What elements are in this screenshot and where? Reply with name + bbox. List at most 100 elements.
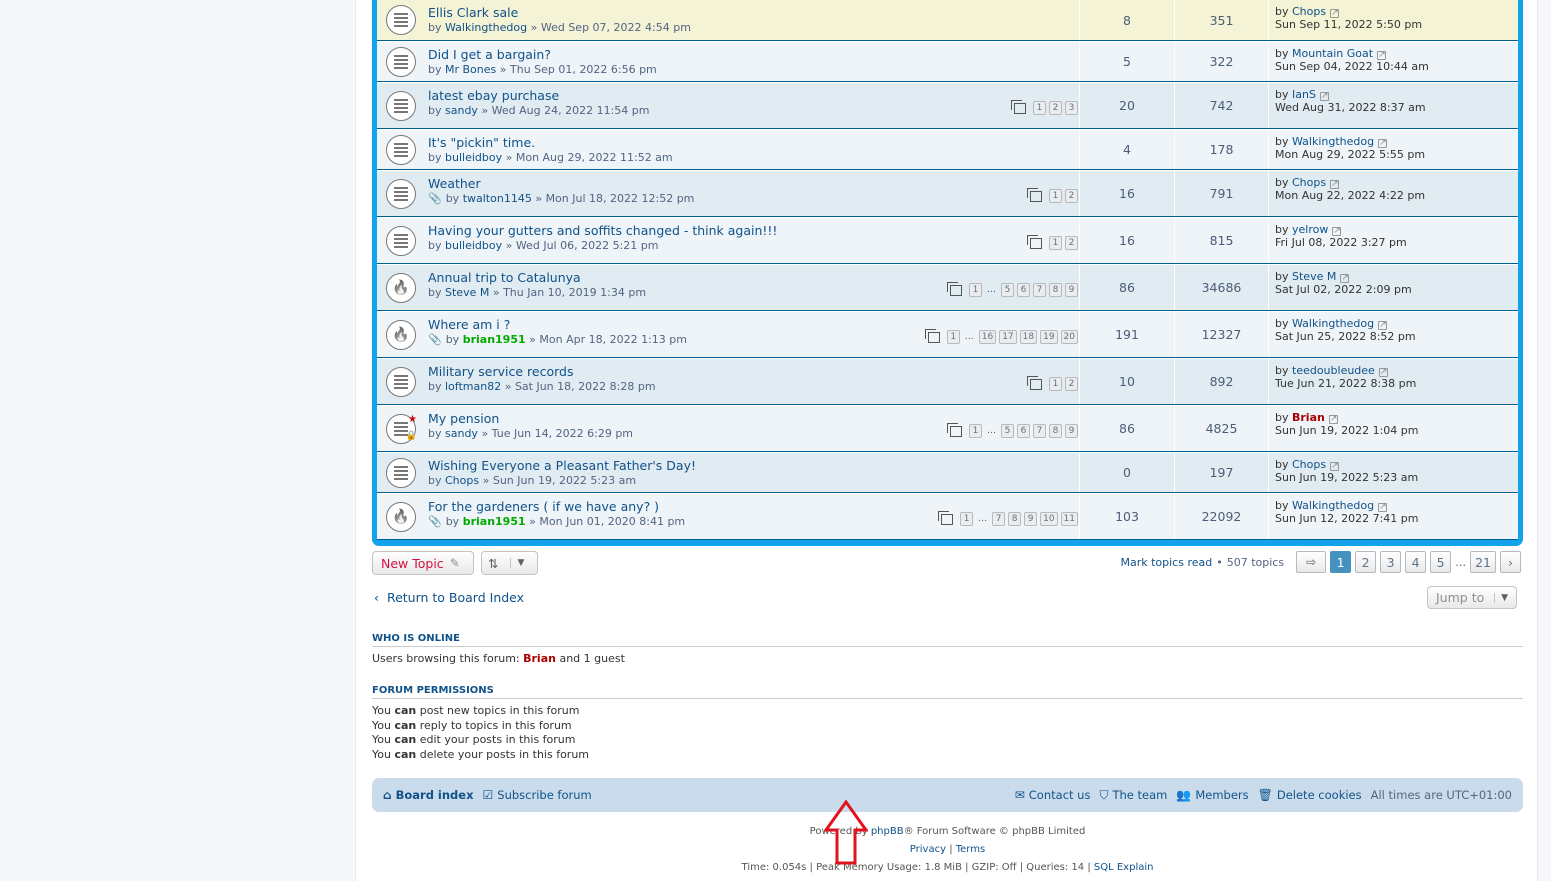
goto-last-post-icon[interactable]: ↗ (1340, 274, 1350, 283)
topic-title-link[interactable]: Did I get a bargain? (428, 47, 1078, 63)
last-poster-link[interactable]: teedoubleudee (1292, 364, 1375, 377)
topic-author-link[interactable]: brian1951 (463, 515, 526, 528)
last-poster-link[interactable]: Chops (1292, 5, 1326, 18)
topic-page-link[interactable]: 1 (969, 283, 982, 297)
topic-page-link[interactable]: 3 (1065, 101, 1078, 115)
last-poster-link[interactable]: Chops (1292, 458, 1326, 471)
topic-title-link[interactable]: Weather (428, 176, 1078, 192)
topic-page-link[interactable]: 1 (1049, 236, 1062, 250)
goto-last-post-icon[interactable]: ↗ (1378, 368, 1388, 377)
topic-page-link[interactable]: 7 (992, 512, 1006, 526)
topic-author-link[interactable]: loftman82 (445, 380, 501, 393)
topic-author-link[interactable]: Mr Bones (445, 63, 496, 76)
goto-last-post-icon[interactable]: ↗ (1328, 415, 1338, 424)
goto-last-post-icon[interactable]: ↗ (1377, 51, 1387, 60)
topic-author-link[interactable]: Walkingthedog (445, 21, 527, 34)
topic-page-link[interactable]: 7 (1033, 283, 1046, 297)
jump-to-dropdown[interactable]: Jump to ▼ (1427, 586, 1517, 609)
next-page-button[interactable]: › (1500, 551, 1521, 573)
topic-author-link[interactable]: bulleidboy (445, 239, 502, 252)
goto-last-post-icon[interactable]: ↗ (1332, 227, 1342, 236)
last-poster-link[interactable]: IanS (1292, 88, 1316, 101)
subscribe-forum-link[interactable]: ☑ Subscribe forum (483, 788, 592, 802)
last-poster-link[interactable]: Steve M (1292, 270, 1336, 283)
new-topic-button[interactable]: New Topic ✎ (372, 551, 474, 575)
last-poster-link[interactable]: Walkingthedog (1292, 135, 1374, 148)
page-1-button[interactable]: 1 (1330, 551, 1352, 573)
goto-last-post-icon[interactable]: ↗ (1378, 139, 1388, 148)
online-user-link[interactable]: Brian (523, 652, 556, 665)
page-5-button[interactable]: 5 (1430, 551, 1452, 573)
topic-page-link[interactable]: 1 (1049, 377, 1062, 391)
topic-page-link[interactable]: 9 (1065, 424, 1078, 438)
goto-last-post-icon[interactable]: ↗ (1330, 9, 1340, 18)
topic-title-link[interactable]: Ellis Clark sale (428, 5, 1078, 21)
topic-page-link[interactable]: 9 (1065, 283, 1078, 297)
privacy-link[interactable]: Privacy (910, 844, 946, 855)
delete-cookies-link[interactable]: 🗑 Delete cookies (1258, 788, 1362, 802)
mark-topics-read-link[interactable]: Mark topics read (1120, 556, 1212, 569)
topic-author-link[interactable]: Steve M (445, 286, 489, 299)
topic-page-link[interactable]: 8 (1008, 512, 1022, 526)
topic-page-link[interactable]: 7 (1033, 424, 1046, 438)
sort-options-button[interactable]: ⇅ ▼ (481, 551, 538, 575)
board-index-link[interactable]: ⌂ Board index (383, 788, 474, 802)
topic-page-link[interactable]: 10 (1040, 512, 1058, 526)
topic-title-link[interactable]: Wishing Everyone a Pleasant Father's Day… (428, 458, 1078, 474)
last-poster-link[interactable]: Walkingthedog (1292, 317, 1374, 330)
last-poster-link[interactable]: Chops (1292, 176, 1326, 189)
last-poster-link[interactable]: Walkingthedog (1292, 499, 1374, 512)
the-team-link[interactable]: ⛉ The team (1099, 788, 1167, 803)
topic-author-link[interactable]: Chops (445, 474, 479, 487)
terms-link[interactable]: Terms (956, 844, 985, 855)
page-last-button[interactable]: 21 (1470, 551, 1496, 573)
topic-author-link[interactable]: sandy (445, 427, 478, 440)
topic-author-link[interactable]: sandy (445, 104, 478, 117)
topic-page-link[interactable]: 2 (1065, 236, 1078, 250)
topic-page-link[interactable]: 6 (1017, 424, 1030, 438)
topic-page-link[interactable]: 6 (1017, 283, 1030, 297)
members-link[interactable]: 👥 Members (1176, 788, 1248, 802)
topic-page-link[interactable]: 1 (969, 424, 982, 438)
topic-page-link[interactable]: 20 (1060, 330, 1078, 344)
topic-page-link[interactable]: 5 (1001, 283, 1014, 297)
topic-page-link[interactable]: 2 (1065, 377, 1078, 391)
topic-page-link[interactable]: 11 (1060, 512, 1078, 526)
topic-title-link[interactable]: latest ebay purchase (428, 88, 1078, 104)
topic-page-link[interactable]: 16 (978, 330, 997, 344)
topic-page-link[interactable]: 2 (1065, 189, 1078, 203)
jump-to-page-button[interactable]: ⇨ (1296, 551, 1327, 573)
topic-page-link[interactable]: 2 (1049, 101, 1062, 115)
topic-author-link[interactable]: brian1951 (463, 333, 526, 346)
contact-us-link[interactable]: ✉ Contact us (1015, 788, 1091, 802)
topic-title-link[interactable]: Having your gutters and soffits changed … (428, 223, 1078, 239)
topic-page-link[interactable]: 8 (1049, 283, 1062, 297)
page-3-button[interactable]: 3 (1380, 551, 1402, 573)
goto-last-post-icon[interactable]: ↗ (1330, 462, 1340, 471)
goto-last-post-icon[interactable]: ↗ (1378, 503, 1388, 512)
topic-page-link[interactable]: 1 (946, 330, 960, 344)
topic-author-link[interactable]: twalton1145 (463, 192, 532, 205)
topic-page-link[interactable]: 1 (1033, 101, 1046, 115)
topic-title-link[interactable]: Military service records (428, 364, 1078, 380)
topic-page-link[interactable]: 1 (1049, 189, 1062, 203)
last-poster-link[interactable]: Mountain Goat (1292, 47, 1373, 60)
topic-page-link[interactable]: 5 (1001, 424, 1014, 438)
topic-page-link[interactable]: 9 (1024, 512, 1038, 526)
last-poster-link[interactable]: Brian (1292, 411, 1325, 424)
sql-explain-link[interactable]: SQL Explain (1094, 862, 1154, 873)
last-poster-link[interactable]: yelrow (1292, 223, 1328, 236)
goto-last-post-icon[interactable]: ↗ (1319, 92, 1329, 101)
goto-last-post-icon[interactable]: ↗ (1378, 321, 1388, 330)
topic-author-link[interactable]: bulleidboy (445, 151, 502, 164)
return-to-board-index-link[interactable]: ‹ Return to Board Index (374, 590, 524, 605)
goto-last-post-icon[interactable]: ↗ (1330, 180, 1340, 189)
topic-page-link[interactable]: 1 (960, 512, 974, 526)
topic-page-link[interactable]: 18 (1019, 330, 1038, 344)
topic-page-link[interactable]: 8 (1049, 424, 1062, 438)
topic-page-link[interactable]: 17 (999, 330, 1017, 344)
page-2-button[interactable]: 2 (1355, 551, 1377, 573)
phpbb-link[interactable]: phpBB (871, 826, 904, 837)
topic-page-link[interactable]: 19 (1040, 330, 1058, 344)
topic-title-link[interactable]: It's "pickin" time. (428, 135, 1078, 151)
